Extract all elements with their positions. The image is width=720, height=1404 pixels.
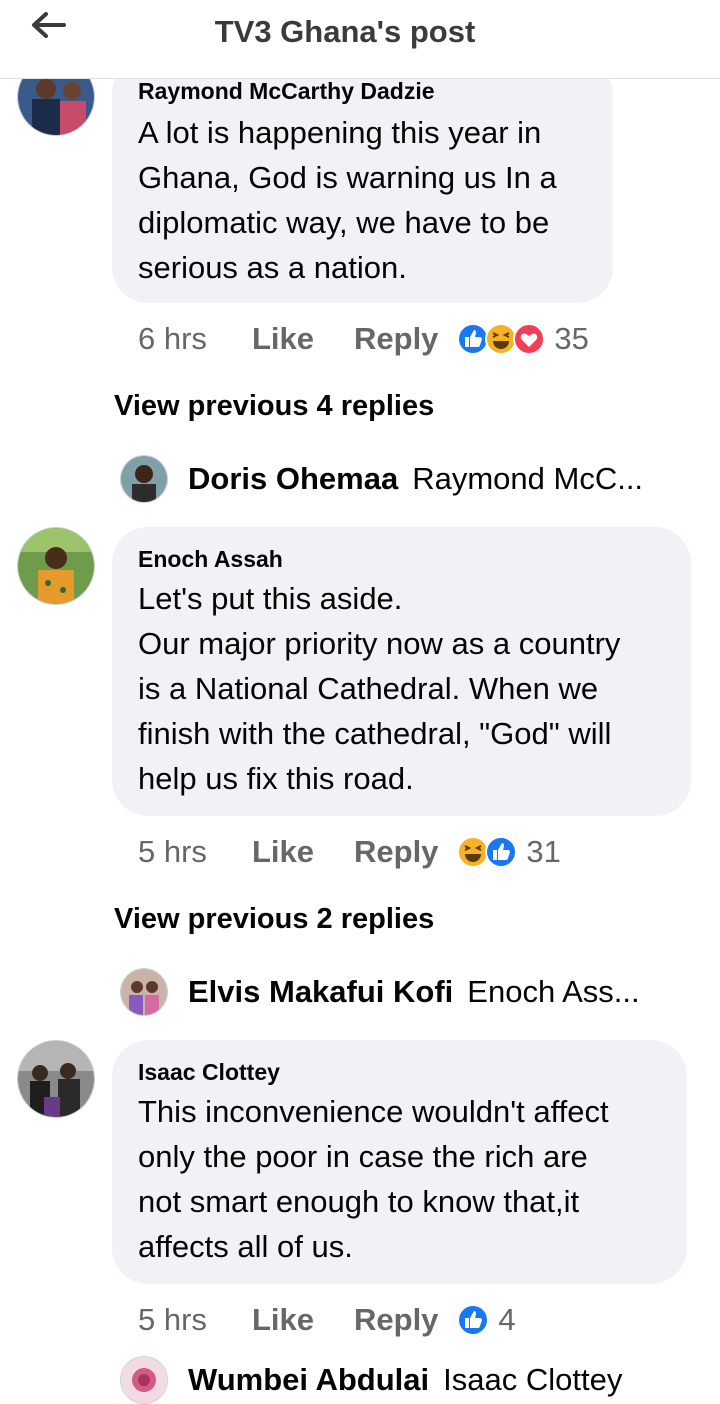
avatar bbox=[120, 455, 168, 503]
comment-actions: 5 hrs Like Reply 31 bbox=[138, 832, 561, 872]
comment-actions: 6 hrs Like Reply 35 bbox=[138, 319, 589, 359]
view-previous-replies-link[interactable]: View previous 2 replies bbox=[114, 903, 434, 936]
reply-snippet: Enoch Ass... bbox=[467, 974, 640, 1009]
avatar bbox=[120, 968, 168, 1016]
reaction-count[interactable]: 35 bbox=[554, 321, 588, 357]
comment-actions: 5 hrs Like Reply 4 bbox=[138, 1300, 516, 1340]
reply-snippet: Isaac Clottey bbox=[443, 1362, 623, 1397]
reaction-icons[interactable] bbox=[456, 319, 546, 359]
reply-author[interactable]: Wumbei Abdulai bbox=[188, 1362, 429, 1398]
comment-time: 6 hrs bbox=[138, 321, 207, 356]
page-title: TV3 Ghana's post bbox=[214, 14, 476, 49]
reaction-icons[interactable] bbox=[456, 1300, 490, 1340]
reply-button[interactable]: Reply bbox=[354, 321, 438, 357]
comment-author[interactable]: Enoch Assah bbox=[138, 546, 283, 573]
comment-text: Let's put this aside. Our major priority… bbox=[138, 581, 621, 796]
reply-preview[interactable]: Elvis Makafui Kofi Enoch Ass... bbox=[120, 968, 640, 1016]
comment-bubble[interactable]: Raymond McCarthy Dadzie A lot is happeni… bbox=[112, 58, 613, 303]
reply-snippet: Raymond McC... bbox=[412, 461, 644, 496]
comment-text: A lot is happening this year in Ghana, G… bbox=[138, 115, 557, 285]
comment-author[interactable]: Raymond McCarthy Dadzie bbox=[138, 78, 435, 105]
reply-preview[interactable]: Doris Ohemaa Raymond McC... bbox=[120, 455, 643, 503]
reaction-count[interactable]: 31 bbox=[526, 834, 560, 870]
like-reaction-icon bbox=[485, 836, 518, 868]
comment-bubble[interactable]: Enoch Assah Let's put this aside. Our ma… bbox=[112, 527, 691, 816]
reply-button[interactable]: Reply bbox=[354, 834, 438, 870]
avatar[interactable] bbox=[17, 527, 95, 605]
comment-author[interactable]: Isaac Clottey bbox=[138, 1059, 280, 1086]
comment-time: 5 hrs bbox=[138, 1302, 207, 1337]
avatar bbox=[120, 1356, 168, 1404]
reply-author[interactable]: Doris Ohemaa bbox=[188, 461, 398, 497]
comment-text: This inconvenience wouldn't affect only … bbox=[138, 1094, 609, 1264]
love-reaction-icon bbox=[513, 323, 546, 355]
top-bar: TV3 Ghana's post bbox=[0, 0, 720, 79]
comment-bubble[interactable]: Isaac Clottey This inconvenience wouldn'… bbox=[112, 1040, 687, 1284]
reply-preview[interactable]: Wumbei Abdulai Isaac Clottey bbox=[120, 1356, 622, 1404]
avatar[interactable] bbox=[17, 1040, 95, 1118]
comment-time: 5 hrs bbox=[138, 834, 207, 869]
like-reaction-icon bbox=[457, 1304, 490, 1336]
reaction-icons[interactable] bbox=[456, 832, 518, 872]
reply-author[interactable]: Elvis Makafui Kofi bbox=[188, 974, 453, 1010]
like-button[interactable]: Like bbox=[252, 834, 354, 870]
like-button[interactable]: Like bbox=[252, 1302, 354, 1338]
reply-button[interactable]: Reply bbox=[354, 1302, 438, 1338]
reaction-count[interactable]: 4 bbox=[498, 1302, 515, 1338]
like-button[interactable]: Like bbox=[252, 321, 354, 357]
view-previous-replies-link[interactable]: View previous 4 replies bbox=[114, 390, 434, 423]
